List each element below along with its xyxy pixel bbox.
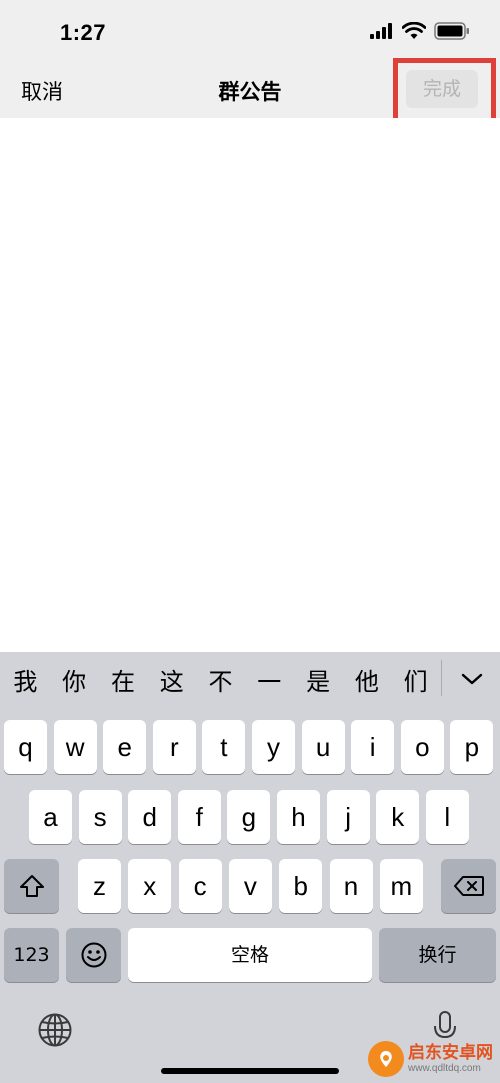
return-key[interactable]: 换行 bbox=[379, 928, 496, 982]
key-r[interactable]: r bbox=[152, 720, 196, 774]
site-watermark: 启东安卓网 www.qdltdq.com bbox=[368, 1036, 498, 1082]
key-q[interactable]: q bbox=[4, 720, 47, 774]
key-f[interactable]: f bbox=[177, 790, 221, 844]
shift-key[interactable] bbox=[4, 859, 59, 913]
key-w[interactable]: w bbox=[53, 720, 97, 774]
key-s[interactable]: s bbox=[78, 790, 122, 844]
key-t[interactable]: t bbox=[202, 720, 246, 774]
chevron-down-icon bbox=[461, 673, 483, 685]
key-c[interactable]: c bbox=[178, 859, 222, 913]
key-k[interactable]: k bbox=[376, 790, 420, 844]
candidate-item[interactable]: 们 bbox=[391, 662, 440, 697]
key-b[interactable]: b bbox=[279, 859, 323, 913]
key-n[interactable]: n bbox=[329, 859, 373, 913]
candidate-item[interactable]: 你 bbox=[50, 662, 99, 697]
announcement-text-area[interactable] bbox=[0, 118, 500, 652]
status-time: 1:27 bbox=[60, 20, 107, 45]
key-h[interactable]: h bbox=[277, 790, 320, 844]
key-z[interactable]: z bbox=[78, 859, 121, 913]
home-indicator bbox=[161, 1068, 339, 1074]
watermark-url: www.qdltdq.com bbox=[408, 1063, 481, 1074]
candidate-bar: 我你在这不一是他们 bbox=[0, 652, 500, 706]
battery-icon bbox=[434, 22, 469, 40]
candidate-item[interactable]: 他 bbox=[342, 662, 391, 697]
wifi-icon bbox=[402, 22, 426, 39]
key-j[interactable]: j bbox=[326, 790, 370, 844]
candidate-list: 我你在这不一是他们 bbox=[0, 662, 440, 697]
candidate-item[interactable]: 我 bbox=[1, 662, 50, 697]
key-i[interactable]: i bbox=[351, 720, 395, 774]
shift-arrow-icon bbox=[19, 875, 44, 897]
watermark-logo-icon bbox=[368, 1041, 404, 1077]
cellular-signal-icon bbox=[370, 23, 392, 39]
key-u[interactable]: u bbox=[301, 720, 345, 774]
candidate-item[interactable]: 在 bbox=[99, 662, 148, 697]
emoji-icon bbox=[81, 942, 106, 968]
backspace-icon bbox=[453, 876, 484, 896]
candidate-item[interactable]: 这 bbox=[147, 662, 196, 697]
candidate-item[interactable]: 不 bbox=[196, 662, 245, 697]
key-a[interactable]: a bbox=[29, 790, 72, 844]
delete-key[interactable] bbox=[441, 859, 496, 913]
key-y[interactable]: y bbox=[252, 720, 295, 774]
key-g[interactable]: g bbox=[227, 790, 271, 844]
numbers-key[interactable]: 123 bbox=[4, 928, 59, 982]
candidate-divider bbox=[441, 660, 442, 696]
globe-icon[interactable] bbox=[37, 1012, 73, 1048]
status-icons bbox=[370, 22, 470, 40]
key-m[interactable]: m bbox=[379, 859, 423, 913]
key-e[interactable]: e bbox=[103, 720, 147, 774]
key-d[interactable]: d bbox=[128, 790, 172, 844]
key-v[interactable]: v bbox=[228, 859, 272, 913]
key-l[interactable]: l bbox=[425, 790, 469, 844]
candidate-item[interactable]: 一 bbox=[245, 662, 294, 697]
emoji-key[interactable] bbox=[66, 928, 121, 982]
expand-candidates-button[interactable] bbox=[455, 662, 489, 696]
key-p[interactable]: p bbox=[450, 720, 494, 774]
key-x[interactable]: x bbox=[128, 859, 172, 913]
top-bar: 1:27 取消 群公告 完成 bbox=[0, 0, 500, 130]
watermark-name: 启东安卓网 bbox=[408, 1043, 493, 1063]
candidate-item[interactable]: 是 bbox=[294, 662, 343, 697]
key-o[interactable]: o bbox=[400, 720, 444, 774]
space-key[interactable]: 空格 bbox=[128, 928, 372, 982]
